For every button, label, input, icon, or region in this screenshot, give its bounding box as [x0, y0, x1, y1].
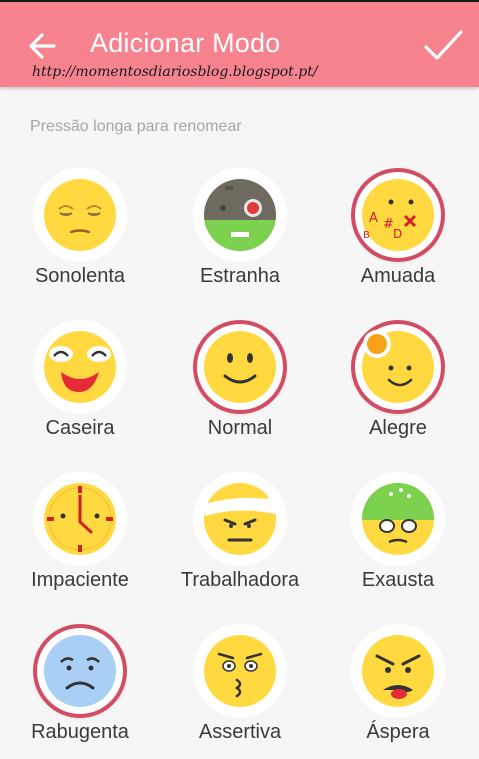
happy-face-icon — [362, 330, 434, 403]
headband-face-icon — [204, 483, 279, 555]
rename-hint: Pressão longa para renomear — [30, 118, 242, 135]
mood-item-aspera[interactable]: Áspera — [323, 624, 473, 759]
laughing-face-icon — [44, 331, 116, 403]
mood-label: Caseira — [45, 417, 115, 439]
mood-ring — [33, 320, 127, 414]
mood-item-amuada[interactable]: A # D B Amuada — [323, 168, 473, 303]
mood-item-caseira[interactable]: Caseira — [5, 320, 155, 455]
mood-ring: A # D B — [351, 168, 445, 262]
clock-face-icon — [44, 483, 116, 555]
blog-watermark: http://momentosdiariosblog.blogspot.pt/ — [32, 64, 318, 80]
mood-ring — [33, 168, 127, 262]
kissing-face-icon — [204, 635, 276, 707]
sad-face-icon — [44, 635, 116, 707]
mood-item-impaciente[interactable]: Impaciente — [5, 472, 155, 607]
mood-label: Estranha — [199, 265, 281, 287]
mood-item-exausta[interactable]: Exausta — [323, 472, 473, 607]
mood-item-assertiva[interactable]: Assertiva — [165, 624, 315, 759]
arrow-left-icon — [29, 33, 56, 59]
mood-label: Impaciente — [31, 569, 129, 591]
mood-item-rabugenta[interactable]: Rabugenta — [5, 624, 155, 759]
mood-ring — [33, 472, 127, 566]
mood-ring — [193, 320, 287, 414]
smiling-face-icon — [204, 331, 276, 403]
mood-label: Áspera — [366, 721, 430, 743]
cyborg-face-icon — [204, 179, 276, 251]
exhausted-face-icon — [362, 483, 434, 555]
app-bar: Adicionar Modo http://momentosdiariosblo… — [0, 2, 479, 87]
mood-label: Sonolenta — [34, 265, 126, 287]
mood-grid: Sonolenta Estranha A # D B Amuada Caseir… — [0, 160, 479, 743]
mood-item-estranha[interactable]: Estranha — [165, 168, 315, 303]
mood-label: Assertiva — [198, 721, 282, 743]
mood-ring — [351, 624, 445, 718]
svg-text:D: D — [393, 227, 402, 241]
mood-item-normal[interactable]: Normal — [165, 320, 315, 455]
mood-label: Rabugenta — [31, 721, 129, 743]
back-button[interactable] — [24, 28, 60, 64]
mood-label: Alegre — [369, 417, 427, 439]
svg-text:A: A — [369, 211, 378, 226]
mood-ring — [193, 472, 287, 566]
mood-ring — [33, 624, 127, 718]
mood-label: Normal — [207, 417, 273, 439]
mood-item-sonolenta[interactable]: Sonolenta — [5, 168, 155, 303]
mood-ring — [193, 624, 287, 718]
angry-face-icon — [362, 635, 434, 707]
sleepy-face-icon — [44, 179, 116, 251]
mood-item-alegre[interactable]: Alegre — [323, 320, 473, 455]
mood-ring — [193, 168, 287, 262]
page-title: Adicionar Modo — [90, 28, 281, 58]
grumpy-face-icon: A # D B — [362, 179, 434, 251]
mood-label: Amuada — [360, 265, 436, 287]
svg-text:B: B — [363, 230, 370, 241]
checkmark-icon — [424, 30, 463, 60]
mood-item-trabalhadora[interactable]: Trabalhadora — [165, 472, 315, 607]
mood-ring — [351, 472, 445, 566]
mood-label: Exausta — [361, 569, 435, 591]
confirm-button[interactable] — [421, 26, 465, 66]
mood-ring — [351, 320, 445, 414]
mood-label: Trabalhadora — [180, 569, 300, 591]
